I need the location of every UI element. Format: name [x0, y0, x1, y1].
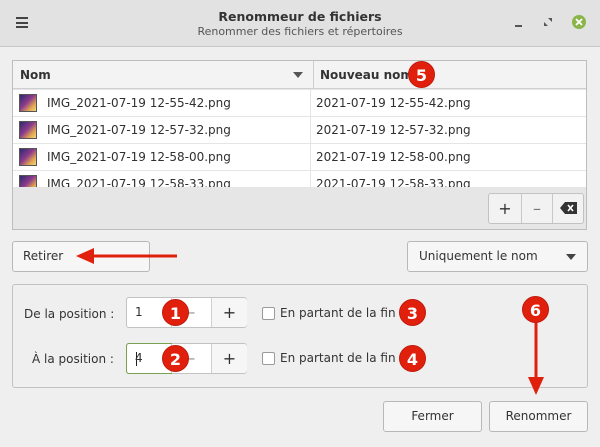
retirer-button[interactable]: Retirer	[12, 241, 150, 272]
list-button-group: + –	[488, 193, 584, 224]
renamer-window: Renommeur de fichiers Renommer des fichi…	[0, 0, 600, 447]
column-new-name-header[interactable]: Nouveau nom	[313, 61, 586, 89]
image-file-icon	[19, 94, 37, 112]
from-position-input[interactable]: 1	[135, 298, 143, 327]
annotation-badge-1: 1	[162, 299, 189, 326]
image-file-icon	[19, 175, 37, 187]
file-name: IMG_2021-07-19 12-58-00.png	[47, 150, 231, 164]
from-end-checkbox-1[interactable]	[262, 307, 275, 320]
to-position-label: À la position :	[32, 352, 114, 366]
file-list: Nom Nouveau nom IMG_2021-07-19 12-55-42.…	[12, 60, 587, 230]
file-rows: IMG_2021-07-19 12-55-42.png 2021-07-19 1…	[13, 90, 586, 187]
annotation-badge-3: 3	[399, 299, 426, 326]
minimize-icon[interactable]	[512, 15, 526, 29]
from-end-label-1: En partant de la fin	[280, 306, 396, 320]
column-name-header[interactable]: Nom	[20, 61, 305, 89]
annotation-badge-4: 4	[399, 345, 426, 372]
from-end-label-2: En partant de la fin	[280, 351, 396, 365]
annotation-badge-2: 2	[162, 345, 189, 372]
from-end-checkbox-2[interactable]	[262, 352, 275, 365]
file-new-name: 2021-07-19 12-57-32.png	[310, 117, 471, 144]
column-new-name-label: Nouveau nom	[320, 68, 413, 82]
rename-button[interactable]: Renommer	[489, 401, 588, 432]
window-subtitle: Renommer des fichiers et répertoires	[197, 25, 403, 38]
maximize-icon[interactable]	[541, 15, 555, 29]
chevron-down-icon	[566, 254, 576, 260]
close-icon[interactable]	[572, 15, 586, 29]
annotation-badge-6: 6	[522, 296, 549, 323]
mode-dropdown-label: Uniquement le nom	[419, 249, 538, 263]
title-bar: Renommeur de fichiers Renommer des fichi…	[0, 0, 600, 47]
file-name: IMG_2021-07-19 12-55-42.png	[47, 96, 231, 110]
table-row[interactable]: IMG_2021-07-19 12-58-00.png 2021-07-19 1…	[13, 144, 586, 171]
file-new-name: 2021-07-19 12-55-42.png	[310, 90, 471, 117]
file-new-name: 2021-07-19 12-58-00.png	[310, 144, 471, 171]
image-file-icon	[19, 121, 37, 139]
sort-arrow-icon[interactable]	[293, 72, 303, 78]
column-name-label: Nom	[20, 68, 51, 82]
table-row[interactable]: IMG_2021-07-19 12-55-42.png 2021-07-19 1…	[13, 90, 586, 117]
table-row[interactable]: IMG_2021-07-19 12-57-32.png 2021-07-19 1…	[13, 117, 586, 144]
close-button[interactable]: Fermer	[383, 401, 482, 432]
file-name: IMG_2021-07-19 12-58-33.png	[47, 177, 231, 187]
image-file-icon	[19, 148, 37, 166]
file-list-header: Nom Nouveau nom	[13, 61, 586, 89]
remove-file-button[interactable]: –	[521, 194, 553, 223]
backspace-icon	[560, 202, 577, 214]
table-row[interactable]: IMG_2021-07-19 12-58-33.png 2021-07-19 1…	[13, 171, 586, 187]
window-title: Renommeur de fichiers	[218, 9, 382, 24]
annotation-badge-5: 5	[408, 61, 435, 88]
options-panel: De la position : 1 – + En partant de la …	[12, 284, 588, 388]
add-file-button[interactable]: +	[489, 194, 521, 223]
file-name: IMG_2021-07-19 12-57-32.png	[47, 123, 231, 137]
from-increment-button[interactable]: +	[211, 298, 247, 327]
clear-list-button[interactable]	[553, 194, 585, 223]
file-new-name: 2021-07-19 12-58-33.png	[310, 171, 471, 187]
from-position-label: De la position :	[24, 307, 115, 321]
to-position-input[interactable]: 4	[135, 344, 143, 373]
mode-dropdown[interactable]: Uniquement le nom	[407, 241, 588, 272]
to-increment-button[interactable]: +	[211, 344, 247, 373]
